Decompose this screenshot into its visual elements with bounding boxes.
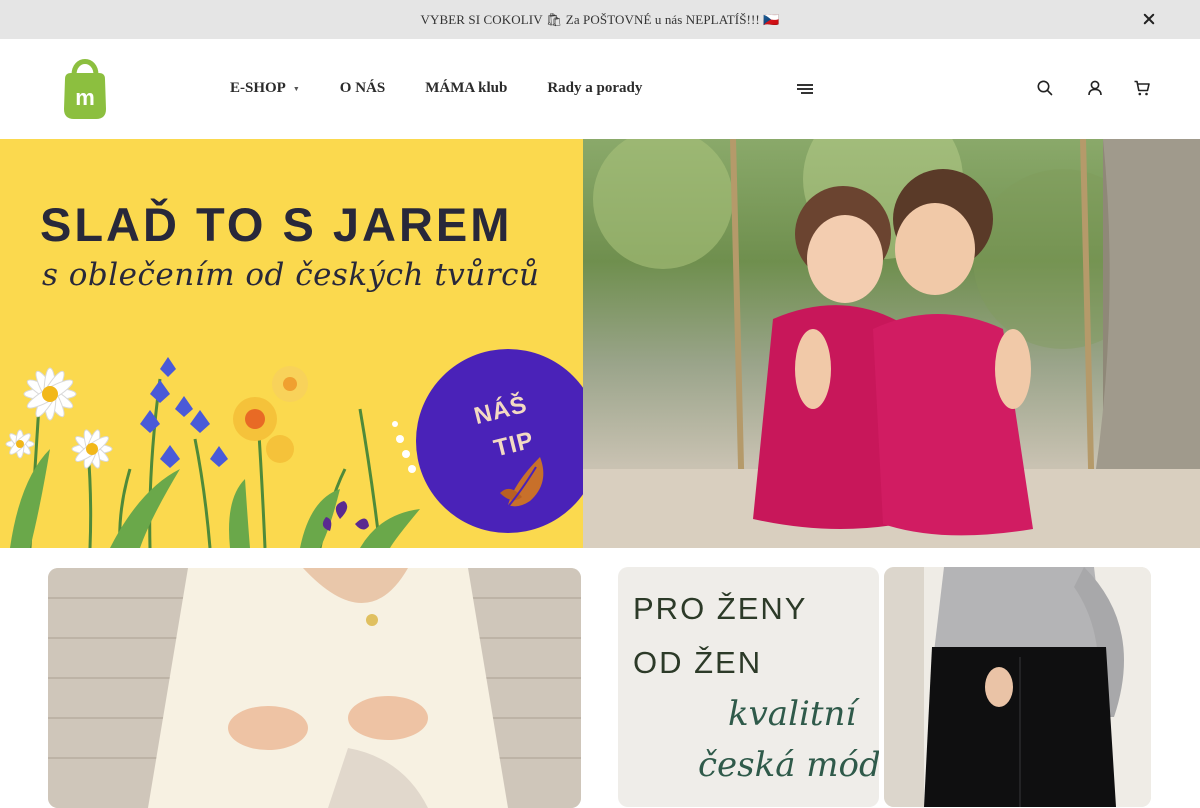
nav-item-rady-a-porady[interactable]: Rady a porady: [547, 80, 642, 97]
card-photo-black-trousers: [884, 567, 1151, 807]
leaf-icon: [500, 457, 544, 510]
our-tip-badge[interactable]: NÁŠ TIP: [416, 349, 590, 533]
nav-item-o-nas[interactable]: O NÁS: [340, 80, 385, 97]
promo-line-1: PRO ŽENY: [633, 591, 808, 626]
site-header: m E-SHOP ▼ O NÁS MÁMA klub Rady a porady: [0, 39, 1200, 139]
cart-icon[interactable]: [1133, 79, 1151, 97]
category-card-women-fashion[interactable]: PRO ŽENY OD ŽEN kvalitní česká móda: [618, 567, 879, 807]
svg-text:m: m: [75, 85, 95, 110]
hero-text-panel: SLAĎ TO S JAREM s oblečením od českých t…: [0, 139, 590, 548]
announcement-text: VYBER SI COKOLIV 🛍 Za POŠTOVNÉ u nás NEP…: [420, 11, 780, 27]
promo-line-4: česká móda: [698, 745, 879, 785]
close-icon[interactable]: [1142, 12, 1156, 26]
nav-item-label: O NÁS: [339, 80, 386, 96]
chevron-down-icon: ▼: [292, 84, 300, 93]
nav-item-mama-klub[interactable]: MÁMA klub: [425, 80, 507, 97]
nav-item-label: E-SHOP: [230, 80, 286, 96]
hero-title: SLAĎ TO S JAREM: [40, 198, 513, 251]
category-card-nursing-top[interactable]: [48, 568, 581, 808]
brand-logo[interactable]: m: [62, 53, 108, 121]
nav-item-eshop[interactable]: E-SHOP ▼: [230, 80, 300, 97]
nav-item-label: Rady a porady: [547, 80, 643, 96]
card-photo-nursing-top: [48, 568, 581, 808]
hero-subtitle: s oblečením od českých tvůrců: [42, 257, 540, 293]
hero-photo-girls-on-swing: [583, 139, 1200, 548]
search-icon[interactable]: [1036, 79, 1054, 97]
user-icon[interactable]: [1086, 79, 1104, 97]
hero-banner[interactable]: SLAĎ TO S JAREM s oblečením od českých t…: [0, 139, 1200, 548]
announcement-bar: VYBER SI COKOLIV 🛍 Za POŠTOVNÉ u nás NEP…: [0, 0, 1200, 39]
main-nav: E-SHOP ▼ O NÁS MÁMA klub Rady a porady: [230, 80, 682, 97]
badge-line-1: NÁŠ: [471, 390, 531, 431]
promo-line-3: kvalitní: [728, 694, 857, 734]
menu-icon[interactable]: [797, 84, 813, 94]
category-card-women-trousers[interactable]: [884, 567, 1151, 807]
nav-item-label: MÁMA klub: [425, 80, 508, 96]
promo-line-2: OD ŽEN: [633, 645, 763, 680]
